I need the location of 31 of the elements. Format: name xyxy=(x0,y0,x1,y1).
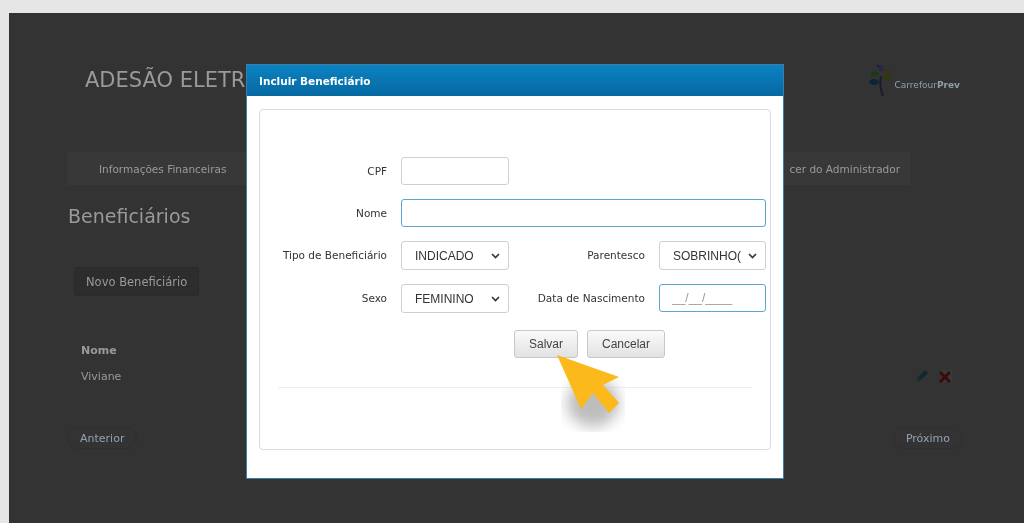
field-label: Parentesco xyxy=(586,248,645,263)
logo-text: CarrefourPrev xyxy=(894,80,960,90)
select-field[interactable]: SOBRINHO( xyxy=(659,241,766,270)
tree-logo-icon xyxy=(868,62,893,98)
nav-item[interactable]: Informações Financeiras xyxy=(99,162,227,175)
nav-item[interactable]: cer do Administrador xyxy=(789,162,900,175)
save-button[interactable]: Salvar xyxy=(514,330,578,358)
cancel-button[interactable]: Cancelar xyxy=(587,330,666,358)
chevron-down-icon xyxy=(491,252,500,259)
page-title: ADESÃO ELETR xyxy=(85,68,246,92)
select-field[interactable]: FEMININO xyxy=(401,284,509,313)
table-cell: Viviane xyxy=(81,369,122,383)
column-header: Nome xyxy=(81,344,117,357)
new-beneficiary-button[interactable]: Novo Beneficiário xyxy=(74,267,200,296)
delete-icon[interactable] xyxy=(939,369,953,383)
dialog-title: Incluir Beneficiário xyxy=(259,74,371,87)
previous-button[interactable]: Anterior xyxy=(67,427,138,449)
chevron-down-icon xyxy=(748,252,757,259)
pencil-icon[interactable] xyxy=(915,369,929,383)
next-button[interactable]: Próximo xyxy=(892,427,963,449)
section-heading: Beneficiários xyxy=(68,205,191,227)
field-label: CPF xyxy=(366,164,387,179)
field-label: Data de Nascimento xyxy=(536,291,645,306)
field-label: Nome xyxy=(355,206,387,221)
select-field[interactable]: INDICADO xyxy=(401,241,509,270)
input-field[interactable] xyxy=(401,157,509,185)
field-label: Tipo de Beneficiário xyxy=(281,248,387,263)
input-field[interactable]: __/__/____ xyxy=(659,284,766,312)
input-field[interactable] xyxy=(401,199,766,227)
field-label: Sexo xyxy=(360,291,387,306)
chevron-down-icon xyxy=(491,295,500,302)
